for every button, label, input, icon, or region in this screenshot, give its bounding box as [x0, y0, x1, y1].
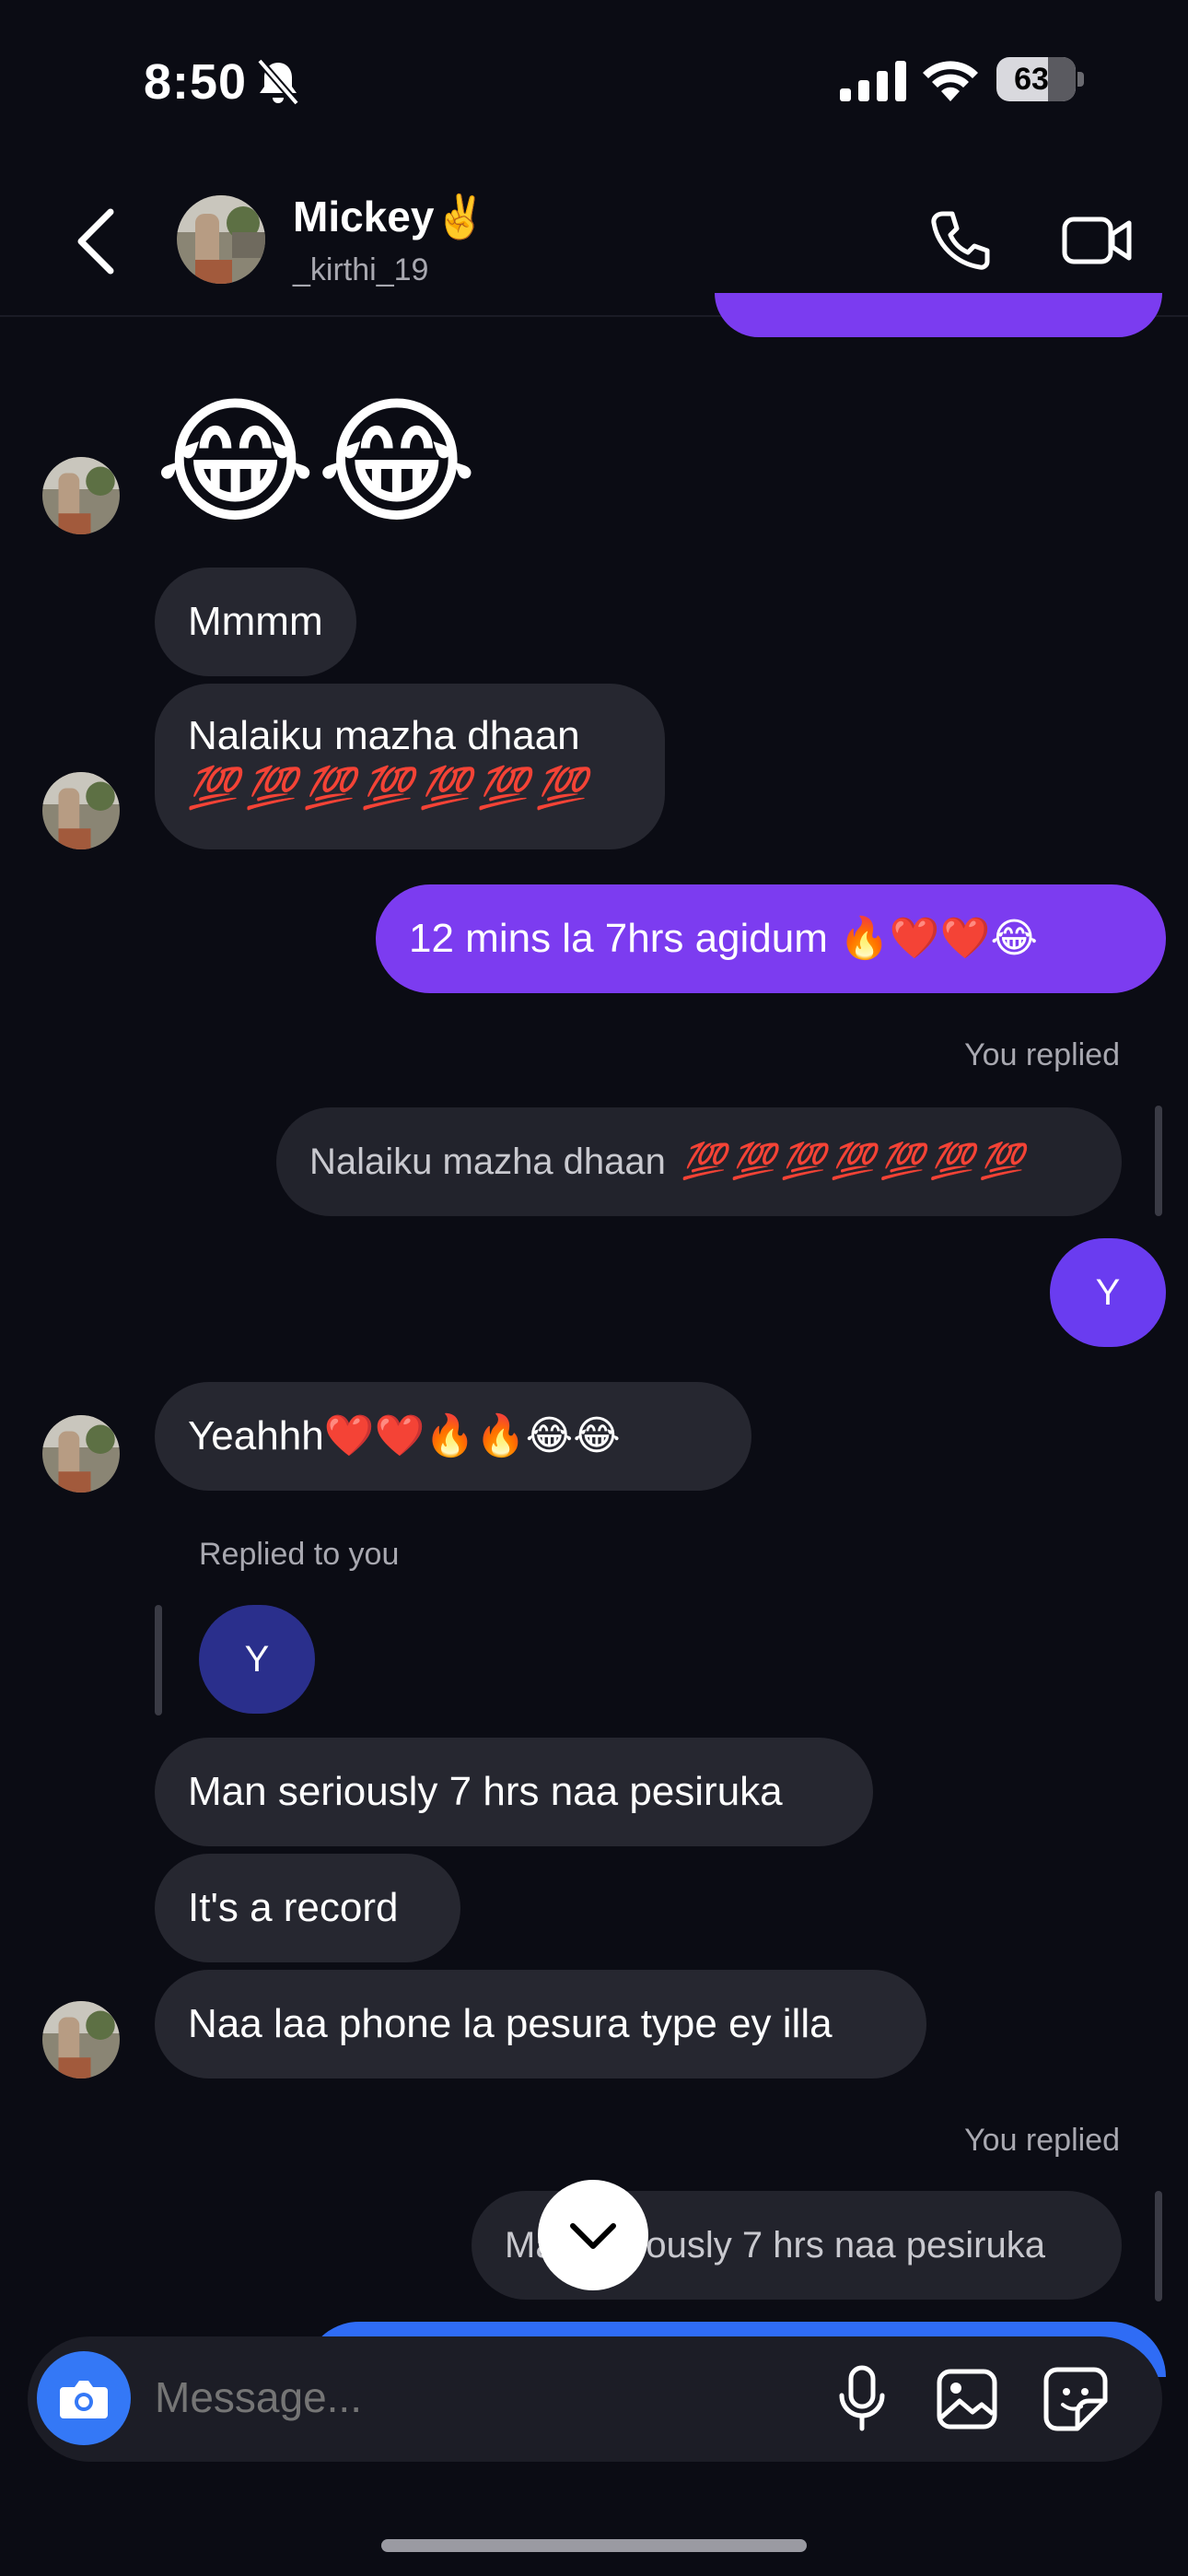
reply-label: Replied to you: [199, 1537, 400, 1572]
incoming-message[interactable]: Mmmm: [155, 568, 356, 676]
incoming-message[interactable]: Naa laa phone la pesura type ey illa: [155, 1970, 926, 2078]
scroll-to-bottom-button[interactable]: [538, 2180, 648, 2290]
outgoing-message[interactable]: 12 mins la 7hrs agidum 🔥❤️❤️😂: [376, 884, 1166, 993]
camera-icon: [60, 2381, 108, 2418]
reply-indicator-bar: [1155, 1106, 1162, 1216]
incoming-message[interactable]: It's a record: [155, 1854, 460, 1962]
sender-avatar[interactable]: [42, 772, 120, 849]
microphone-icon[interactable]: [834, 2364, 890, 2434]
quote-bar: [155, 1605, 162, 1715]
incoming-message[interactable]: Yeahhh❤️❤️🔥🔥😂😂: [155, 1382, 751, 1491]
phone-icon[interactable]: [928, 208, 993, 273]
camera-button[interactable]: [37, 2351, 131, 2445]
incoming-message[interactable]: Man seriously 7 hrs naa pesiruka: [155, 1738, 873, 1846]
quoted-text: Nalaiku mazha dhaan: [309, 1142, 666, 1182]
message-text: Nalaiku mazha dhaan: [188, 713, 580, 758]
chevron-down-icon: [570, 2223, 616, 2249]
wifi-icon: [923, 61, 978, 101]
battery-percentage: 63: [1014, 62, 1049, 97]
quoted-emoji-row: 💯 💯 💯 💯 💯 💯 💯: [681, 1142, 1024, 1181]
signal-icon: [840, 61, 906, 101]
battery-icon: 63: [996, 57, 1085, 101]
bell-slash-icon: [256, 58, 300, 106]
sender-avatar[interactable]: [42, 2001, 120, 2078]
quoted-message[interactable]: Nalaiku mazha dhaan 💯 💯 💯 💯 💯 💯 💯: [276, 1107, 1122, 1216]
sender-avatar[interactable]: [42, 1415, 120, 1493]
image-icon[interactable]: [936, 2368, 998, 2430]
contact-username: _kirthi_19: [293, 252, 429, 287]
sender-avatar[interactable]: [42, 457, 120, 534]
outgoing-bubble-clipped: [715, 293, 1162, 337]
outgoing-reply-avatar[interactable]: Y: [1050, 1238, 1166, 1347]
sticker-icon[interactable]: [1042, 2366, 1109, 2432]
message-emoji-row: 💯 💯 💯 💯 💯 💯 💯: [188, 766, 587, 811]
emoji-message[interactable]: 😂😂: [155, 383, 478, 540]
home-indicator: [381, 2539, 807, 2552]
chevron-left-icon[interactable]: [74, 206, 120, 276]
message-input[interactable]: [155, 2368, 799, 2427]
video-camera-icon[interactable]: [1061, 210, 1135, 271]
reply-label: You replied: [964, 1037, 1120, 1072]
reply-label: You replied: [964, 2123, 1120, 2158]
contact-name[interactable]: Mickey✌️: [293, 192, 487, 242]
contact-avatar[interactable]: [177, 195, 265, 284]
status-time: 8:50: [144, 54, 248, 110]
reply-indicator-bar: [1155, 2191, 1162, 2301]
quoted-reply-avatar[interactable]: Y: [199, 1605, 315, 1714]
incoming-message[interactable]: Nalaiku mazha dhaan 💯 💯 💯 💯 💯 💯 💯: [155, 684, 665, 849]
